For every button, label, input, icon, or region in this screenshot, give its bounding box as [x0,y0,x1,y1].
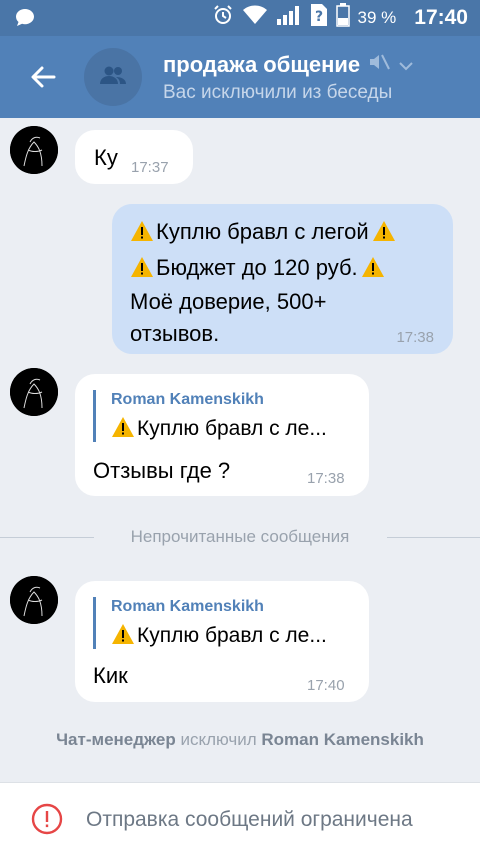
reply-quote[interactable]: Roman Kamenskikh Куплю бравл с ле... [93,597,327,649]
service-actor[interactable]: Чат-менеджер [56,730,176,749]
service-message: Чат-менеджер исключил Roman Kamenskikh [0,730,480,750]
restricted-message: Отправка сообщений ограничена [86,808,413,831]
warning-icon [361,256,385,278]
reply-author: Roman Kamenskikh [111,391,264,408]
muted-icon [368,52,391,78]
chevron-down-icon[interactable] [398,52,414,78]
message-time: 17:37 [131,159,169,176]
message-time: 17:38 [307,470,345,487]
user-avatar[interactable] [10,368,58,416]
message-bubble[interactable]: Roman Kamenskikh Куплю бравл с ле... Отз… [75,374,369,496]
user-avatar[interactable] [10,126,58,174]
message-time: 17:40 [307,677,345,694]
message-line: Бюджет до 120 руб. [130,253,440,283]
alert-circle-icon [30,802,64,836]
chat-notification-icon [14,7,36,34]
message-line: Куплю бравл с легой [130,217,440,247]
message-time: 17:38 [396,329,434,346]
wifi-icon [242,4,268,32]
message-bubble[interactable]: Ку 17:37 [75,130,193,184]
reply-quote[interactable]: Roman Kamenskikh Куплю бравл с ле... [93,390,327,442]
service-action: исключил [180,730,257,749]
status-bar: ? 39 % 17:40 [0,0,480,36]
warning-icon [111,623,135,645]
chat-subtitle: Вас исключили из беседы [163,82,393,103]
unread-divider-label: Непрочитанные сообщения [130,527,350,546]
warning-icon [130,220,154,242]
message-text: Ку [94,145,118,170]
reply-text: Куплю бравл с ле... [111,414,327,444]
warning-icon [372,220,396,242]
group-icon [99,65,127,90]
message-line: отзывов. [130,321,220,346]
user-avatar[interactable] [10,576,58,624]
alarm-icon [212,4,234,32]
no-sim-icon: ? [310,3,328,33]
group-avatar[interactable] [84,48,142,106]
restricted-input-bar: Отправка сообщений ограничена [0,782,480,854]
service-target[interactable]: Roman Kamenskikh [261,730,424,749]
message-bubble[interactable]: Roman Kamenskikh Куплю бравл с ле... Кик… [75,581,369,702]
message-text: Кик [93,663,128,688]
reply-author: Roman Kamenskikh [111,598,264,615]
message-text: Отзывы где ? [93,458,231,483]
message-line: Моё доверие, 500+ [130,289,327,314]
message-bubble-outgoing[interactable]: Куплю бравл с легой Бюджет до 120 руб. М… [112,204,453,354]
chat-title[interactable]: продажа общение [163,52,414,78]
svg-text:?: ? [314,9,322,25]
battery-percent: 39 % [357,8,397,27]
chat-header: продажа общение Вас исключили из беседы [0,36,480,118]
reply-text: Куплю бравл с ле... [111,621,327,651]
clock: 17:40 [414,6,468,29]
signal-icon [276,4,302,32]
back-arrow-icon[interactable] [26,60,60,94]
warning-icon [130,256,154,278]
chat-title-text: продажа общение [163,52,361,77]
battery-icon [335,3,350,33]
unread-divider: Непрочитанные сообщения [0,526,480,548]
warning-icon [111,416,135,438]
